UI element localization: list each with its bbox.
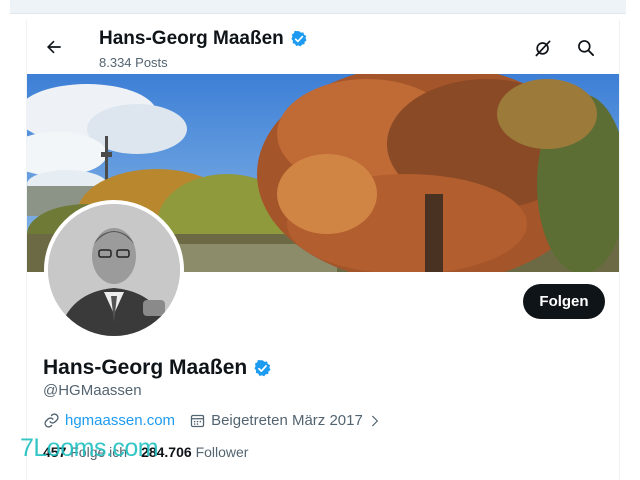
- profile-card: Hans-Georg Maaßen 8.334 Posts Folgen Han…: [26, 20, 620, 480]
- grok-button[interactable]: [528, 33, 558, 63]
- search-icon: [578, 40, 594, 56]
- verified-badge-icon[interactable]: [253, 359, 272, 378]
- profile-avatar[interactable]: [44, 200, 184, 340]
- search-button[interactable]: [571, 33, 601, 63]
- profile-name-text: Hans-Georg Maaßen: [43, 356, 248, 379]
- verified-badge-icon: [291, 30, 307, 47]
- profile-header-bar: Hans-Georg Maaßen 8.334 Posts: [27, 20, 619, 74]
- arrow-left-icon: [47, 40, 61, 54]
- right-edge-strip: [626, 0, 640, 480]
- chevron-right-icon[interactable]: [368, 414, 382, 428]
- calendar-icon: [190, 414, 205, 428]
- browser-top-strip: [10, 0, 630, 14]
- header-post-count: 8.334 Posts: [99, 55, 168, 70]
- back-button[interactable]: [39, 32, 69, 62]
- joined-item: Beigetreten März 2017: [189, 412, 382, 429]
- grok-icon: [535, 40, 551, 57]
- joined-date-text: Beigetreten März 2017: [211, 412, 363, 429]
- followers-label: Follower: [195, 444, 249, 460]
- profile-name: Hans-Georg Maaßen: [43, 356, 272, 380]
- website-item: hgmaassen.com: [43, 412, 175, 429]
- watermark-text: 7Looms.com: [20, 434, 159, 462]
- profile-meta-row: hgmaassen.com Beigetreten März 2017: [43, 412, 396, 429]
- website-link[interactable]: hgmaassen.com: [65, 412, 175, 429]
- header-profile-name: Hans-Georg Maaßen: [99, 28, 308, 50]
- profile-handle: @HGMaassen: [43, 382, 142, 399]
- avatar-portrait-image: [48, 204, 180, 336]
- follow-button[interactable]: Folgen: [523, 284, 605, 319]
- header-name-text: Hans-Georg Maaßen: [99, 28, 284, 49]
- link-icon: [44, 413, 59, 428]
